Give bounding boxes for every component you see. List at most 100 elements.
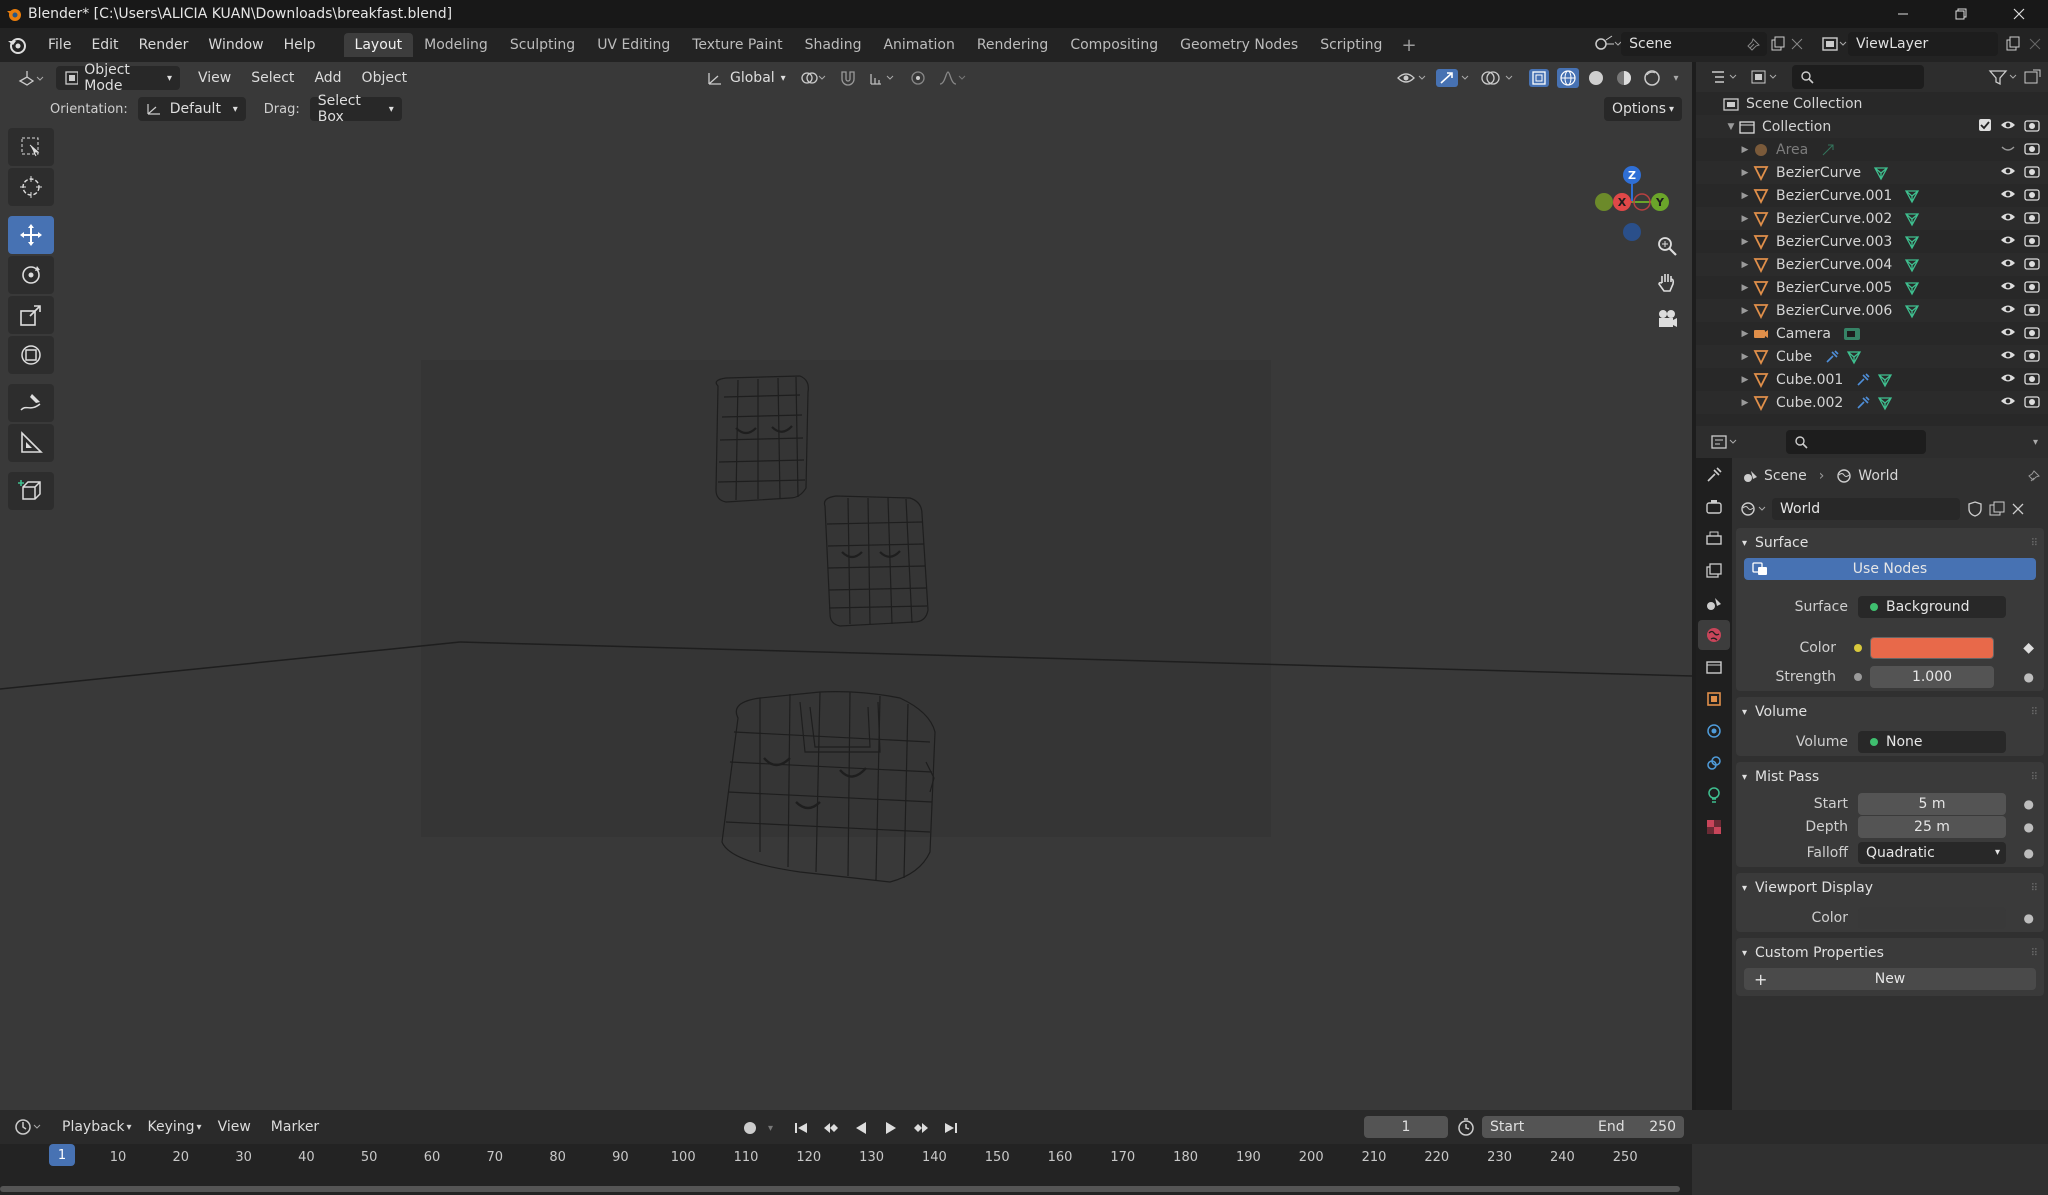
world-name-field[interactable]: World xyxy=(1772,498,1960,520)
keyframe-dot-icon[interactable]: ● xyxy=(2024,670,2034,684)
camera-render-icon[interactable] xyxy=(2024,210,2040,224)
drag-grip-icon[interactable]: ⠿ xyxy=(2031,707,2038,718)
tab-output[interactable] xyxy=(1698,524,1730,554)
outliner-item[interactable]: ▶ BezierCurve.002 xyxy=(1696,207,2048,230)
mesh-data-icon[interactable] xyxy=(1873,165,1889,181)
next-keyframe-button[interactable] xyxy=(909,1116,933,1140)
outliner-item[interactable]: ▶ BezierCurve.005 xyxy=(1696,276,2048,299)
expand-triangle-right-icon[interactable]: ▶ xyxy=(1738,191,1752,201)
expand-triangle-right-icon[interactable]: ▶ xyxy=(1738,145,1752,155)
expand-triangle-right-icon[interactable]: ▶ xyxy=(1738,329,1752,339)
add-workspace-button[interactable]: + xyxy=(1393,35,1424,56)
mesh-data-icon[interactable] xyxy=(1877,372,1893,388)
checkbox-checked-icon[interactable] xyxy=(1978,118,1992,132)
timeline-menu-playback[interactable]: Playback xyxy=(52,1119,134,1135)
pin-icon[interactable] xyxy=(1745,35,1763,53)
minimize-button[interactable] xyxy=(1874,0,1932,28)
drag-grip-icon[interactable]: ⠿ xyxy=(2031,883,2038,894)
close-window-button[interactable] xyxy=(1990,0,2048,28)
menu-help[interactable]: Help xyxy=(274,37,326,53)
keyframe-dot-icon[interactable]: ● xyxy=(2024,846,2034,860)
modifier-wrench-icon[interactable] xyxy=(1855,372,1871,388)
timeline-ruler[interactable]: 10 20 30 40 50 60 70 80 90 100 110 120 130 140 150 160 1… xyxy=(0,1144,1692,1195)
tab-collection[interactable] xyxy=(1698,652,1730,682)
tab-layout[interactable]: Layout xyxy=(343,33,414,57)
expand-triangle-right-icon[interactable]: ▶ xyxy=(1738,168,1752,178)
expand-triangle-right-icon[interactable]: ▶ xyxy=(1738,352,1752,362)
tab-render[interactable] xyxy=(1698,492,1730,522)
chevron-down-icon[interactable]: ▾ xyxy=(2033,437,2038,448)
tab-world[interactable] xyxy=(1698,620,1730,650)
outliner-item[interactable]: ▶ BezierCurve xyxy=(1696,161,2048,184)
mesh-data-icon[interactable] xyxy=(1904,234,1920,250)
mesh-data-icon[interactable] xyxy=(1904,211,1920,227)
modifier-wrench-icon[interactable] xyxy=(1824,349,1840,365)
tab-modeling[interactable]: Modeling xyxy=(413,33,499,57)
outliner-search-input[interactable] xyxy=(1792,65,1924,89)
outliner-editor-type[interactable] xyxy=(1708,65,1742,89)
eye-icon[interactable] xyxy=(2000,118,2016,132)
properties-search-input[interactable] xyxy=(1786,430,1926,454)
drag-grip-icon[interactable]: ⠿ xyxy=(2031,538,2038,549)
strength-field[interactable]: 1.000 xyxy=(1870,665,1994,688)
tab-scene[interactable] xyxy=(1698,588,1730,618)
delete-view-layer-icon[interactable] xyxy=(2028,37,2042,51)
new-scene-icon[interactable] xyxy=(1769,35,1787,53)
prev-keyframe-button[interactable] xyxy=(819,1116,843,1140)
start-frame-field[interactable]: Start1 xyxy=(1482,1116,1606,1138)
timeline-menu-keying[interactable]: Keying xyxy=(138,1119,205,1135)
eye-icon[interactable] xyxy=(2000,256,2016,270)
tab-sculpting[interactable]: Sculpting xyxy=(499,33,586,57)
camera-render-icon[interactable] xyxy=(2024,371,2040,385)
world-browse-icon[interactable] xyxy=(1740,500,1770,518)
fake-user-shield-icon[interactable] xyxy=(1966,500,1984,518)
mist-falloff-dropdown[interactable]: Quadratic ▾ xyxy=(1858,841,2006,864)
camera-render-icon[interactable] xyxy=(2024,164,2040,178)
viewport-color-swatch[interactable] xyxy=(1858,906,2006,929)
eye-icon[interactable] xyxy=(2000,325,2016,339)
outliner-item[interactable]: ▶ Area xyxy=(1696,138,2048,161)
expand-triangle-right-icon[interactable]: ▶ xyxy=(1738,398,1752,408)
tab-data[interactable] xyxy=(1698,780,1730,810)
drag-grip-icon[interactable]: ⠿ xyxy=(2031,948,2038,959)
camera-data-icon[interactable] xyxy=(1843,326,1861,342)
tab-uv-editing[interactable]: UV Editing xyxy=(586,33,681,57)
play-button[interactable] xyxy=(879,1116,903,1140)
chevron-down-icon[interactable]: ▾ xyxy=(768,1123,773,1134)
drag-grip-icon[interactable]: ⠿ xyxy=(2031,772,2038,783)
outliner-item[interactable]: ▶ Cube.001 xyxy=(1696,368,2048,391)
camera-render-icon[interactable] xyxy=(2024,279,2040,293)
outliner-item[interactable]: ▶ BezierCurve.004 xyxy=(1696,253,2048,276)
surface-panel-header[interactable]: ▾ Surface ⠿ xyxy=(1736,528,2044,558)
timeline-menu-view[interactable]: View xyxy=(208,1119,261,1135)
current-frame-field[interactable]: 1 xyxy=(1364,1116,1448,1138)
mesh-data-icon[interactable] xyxy=(1846,349,1862,365)
camera-render-icon[interactable] xyxy=(2024,256,2040,270)
play-reverse-button[interactable] xyxy=(849,1116,873,1140)
eye-icon[interactable] xyxy=(2000,348,2016,362)
new-collection-button[interactable] xyxy=(2020,65,2044,89)
stopwatch-icon[interactable] xyxy=(1456,1117,1476,1137)
expand-triangle-right-icon[interactable]: ▶ xyxy=(1738,237,1752,247)
restore-button[interactable] xyxy=(1932,0,1990,28)
expand-triangle-right-icon[interactable]: ▶ xyxy=(1738,306,1752,316)
mesh-data-icon[interactable] xyxy=(1904,188,1920,204)
jump-start-button[interactable] xyxy=(789,1116,813,1140)
modifier-wrench-icon[interactable] xyxy=(1855,395,1871,411)
outliner-item[interactable]: ▶ BezierCurve.001 xyxy=(1696,184,2048,207)
delete-scene-icon[interactable] xyxy=(1790,37,1804,51)
expand-triangle-right-icon[interactable]: ▶ xyxy=(1738,375,1752,385)
scene-icon[interactable] xyxy=(1592,34,1622,54)
tab-texture[interactable] xyxy=(1698,812,1730,842)
camera-render-icon[interactable] xyxy=(2024,302,2040,316)
tab-texture-paint[interactable]: Texture Paint xyxy=(681,33,793,57)
keyframe-dot-icon[interactable]: ● xyxy=(2024,797,2034,811)
menu-render[interactable]: Render xyxy=(129,37,199,53)
outliner-item[interactable]: ▶ BezierCurve.003 xyxy=(1696,230,2048,253)
eye-icon[interactable] xyxy=(2000,187,2016,201)
camera-render-icon[interactable] xyxy=(2024,187,2040,201)
light-data-icon[interactable] xyxy=(1820,142,1836,158)
camera-render-icon[interactable] xyxy=(2024,141,2040,155)
mesh-data-icon[interactable] xyxy=(1904,280,1920,296)
outliner-item[interactable]: ▶ Cube.002 xyxy=(1696,391,2048,414)
